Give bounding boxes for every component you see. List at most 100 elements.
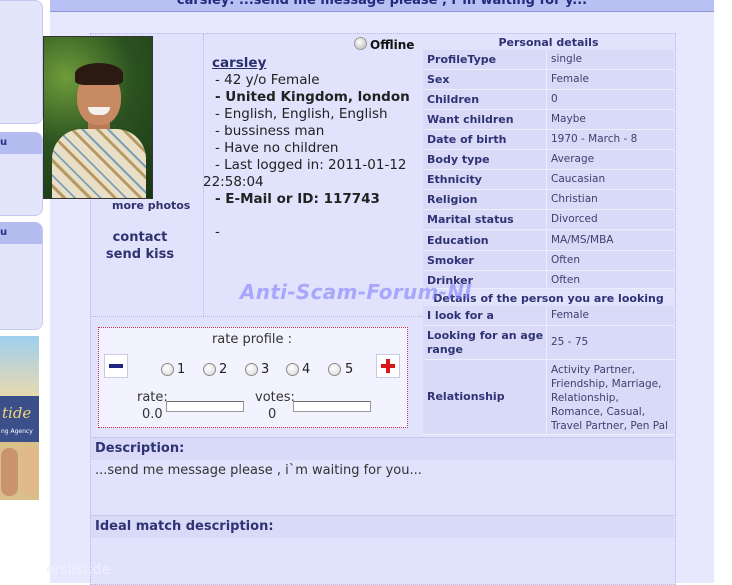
summary-children: - Have no children xyxy=(215,140,339,156)
summary-location: - United Kingdom, london xyxy=(215,89,410,105)
sidebar-tab[interactable]: u xyxy=(0,132,42,154)
description-text: ...send me message please , i`m waiting … xyxy=(95,463,422,478)
page-title: carsley: ...send me message please , i`m… xyxy=(176,0,588,8)
votes-bar xyxy=(293,401,371,412)
table-row: Ethnicity Caucasian xyxy=(423,170,674,190)
ideal-match-header: Ideal match description: xyxy=(91,515,674,538)
row-key: Relationship xyxy=(427,390,505,403)
table-row: Smoker Often xyxy=(423,251,674,271)
ad-photo xyxy=(1,448,18,496)
row-value: 0 xyxy=(551,93,558,105)
table-row: Want children Maybe xyxy=(423,110,674,130)
row-value: Often xyxy=(551,274,581,286)
ideal-match-heading: Ideal match description: xyxy=(95,519,274,534)
summary-id: - E-Mail or ID: 117743 xyxy=(215,191,380,207)
rate-profile-title: rate profile : xyxy=(211,332,293,347)
profile-name-link[interactable]: carsley xyxy=(203,55,423,72)
sidebar-ad-banner[interactable]: tide ng Agency xyxy=(0,336,39,500)
rate-value: 0.0 xyxy=(142,407,163,422)
summary-age: - 42 y/o Female xyxy=(215,72,320,88)
rate-bar xyxy=(166,401,244,412)
row-value: MA/MS/MBA xyxy=(551,234,614,246)
table-row: I look for a Female xyxy=(423,306,674,326)
contact-link[interactable]: contact xyxy=(105,230,175,245)
row-key: ProfileType xyxy=(427,53,497,66)
rating-option-label: 5 xyxy=(345,362,354,377)
personal-details-heading: Personal details xyxy=(498,36,599,49)
row-value: 1970 - March - 8 xyxy=(551,133,638,145)
row-key: Marital status xyxy=(427,213,514,226)
row-value: Activity Partner, Friendship, Marriage, … xyxy=(551,364,669,432)
rating-option-label: 1 xyxy=(177,362,186,377)
status-dot-icon xyxy=(354,37,367,50)
rating-radio-3[interactable] xyxy=(245,363,258,376)
more-photos-link[interactable]: more photos xyxy=(112,199,190,212)
row-key: Children xyxy=(427,93,480,106)
votes-value: 0 xyxy=(268,407,277,422)
row-key: Sex xyxy=(427,73,450,86)
row-key: I look for a xyxy=(427,309,494,322)
rate-minus-button[interactable] xyxy=(104,354,128,378)
row-value: single xyxy=(551,53,583,65)
table-row: Education MA/MS/MBA xyxy=(423,231,674,251)
ad-band: tide ng Agency xyxy=(0,396,39,442)
sidebar-box-top xyxy=(0,0,43,124)
votes-label: votes: xyxy=(255,390,295,405)
row-value: Female xyxy=(551,73,589,85)
rating-radio-2[interactable] xyxy=(203,363,216,376)
rating-radio-4[interactable] xyxy=(286,363,299,376)
table-row: Marital status Divorced xyxy=(423,210,674,230)
summary-occupation: - bussiness man xyxy=(215,123,325,139)
ad-photo xyxy=(21,446,38,496)
profile-titlebar: carsley: ...send me message please , i`m… xyxy=(50,0,714,12)
table-row: Sex Female xyxy=(423,70,674,90)
table-row: Religion Christian xyxy=(423,190,674,210)
row-key: Religion xyxy=(427,193,478,206)
table-row: Date of birth 1970 - March - 8 xyxy=(423,130,674,150)
row-divider xyxy=(91,316,422,317)
source-watermark: erslist.de xyxy=(46,562,111,578)
profile-photo[interactable] xyxy=(43,36,153,199)
row-value: Often xyxy=(551,254,581,266)
description-heading: Description: xyxy=(95,441,185,456)
summary-languages: - English, English, English xyxy=(215,106,388,122)
table-row: Relationship Activity Partner, Friendship… xyxy=(423,360,674,435)
photo-hair xyxy=(75,63,123,85)
table-row: Body type Average xyxy=(423,150,674,170)
rating-radio-1[interactable] xyxy=(161,363,174,376)
rate-label: rate: xyxy=(137,390,168,405)
table-row: ProfileType single xyxy=(423,50,674,70)
row-value: Caucasian xyxy=(551,173,606,185)
ad-subtext: ng Agency xyxy=(1,428,33,435)
row-value: Average xyxy=(551,153,595,165)
forum-watermark: Anti-Scam-Forum-NI xyxy=(240,280,473,304)
row-key: Want children xyxy=(427,113,514,126)
description-header: Description: xyxy=(91,437,674,460)
ad-background xyxy=(0,336,39,396)
row-key: Smoker xyxy=(427,254,474,267)
rating-option-label: 2 xyxy=(219,362,228,377)
row-key: Body type xyxy=(427,153,490,166)
row-value: Female xyxy=(551,309,589,321)
profile-summary: carsley - 42 y/o Female - United Kingdom… xyxy=(203,55,423,241)
rating-option-label: 4 xyxy=(302,362,311,377)
send-kiss-link[interactable]: send kiss xyxy=(95,247,185,262)
row-value: Christian xyxy=(551,193,598,205)
photo-shirt xyxy=(52,129,146,198)
row-key: Ethnicity xyxy=(427,173,482,186)
status-label: Offline xyxy=(370,38,415,52)
row-key: Education xyxy=(427,234,489,247)
row-key: Date of birth xyxy=(427,133,507,146)
ad-text: tide xyxy=(2,404,32,422)
rating-option-label: 3 xyxy=(261,362,270,377)
rate-plus-button[interactable] xyxy=(376,354,400,378)
table-row: Looking for an age range 25 - 75 xyxy=(423,326,674,360)
summary-extra: - xyxy=(215,224,220,240)
row-value: Divorced xyxy=(551,213,598,225)
row-key: Looking for an age range xyxy=(427,329,544,356)
rating-radio-5[interactable] xyxy=(328,363,341,376)
row-value: Maybe xyxy=(551,113,586,125)
row-value: 25 - 75 xyxy=(551,336,589,348)
sidebar-tab[interactable]: u xyxy=(0,222,42,244)
table-row: Children 0 xyxy=(423,90,674,110)
